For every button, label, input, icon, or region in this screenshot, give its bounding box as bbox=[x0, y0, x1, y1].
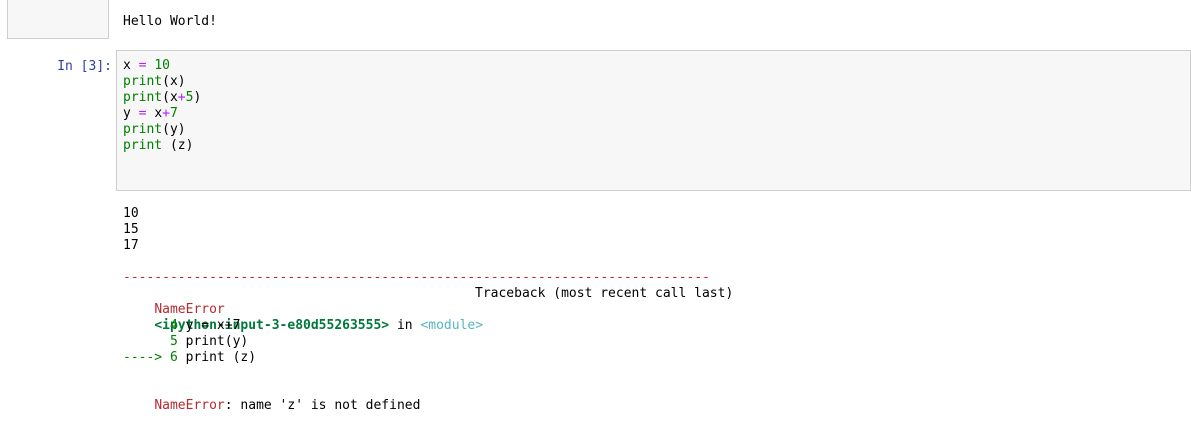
traceback-header: NameError Traceback (most recent call la… bbox=[123, 286, 763, 317]
code-token: print bbox=[123, 138, 163, 153]
code-line: print (z) bbox=[123, 138, 1184, 154]
code-token: print bbox=[123, 122, 163, 137]
code-line: y = x+7 bbox=[123, 106, 1184, 122]
traceback-code: print (z) bbox=[177, 350, 257, 365]
code-line: print(y) bbox=[123, 122, 1184, 138]
stdout-line: 17 bbox=[123, 238, 139, 253]
code-token: = bbox=[130, 106, 155, 121]
final-error-message: NameError: name 'z' is not defined bbox=[123, 382, 763, 413]
traceback-lineno: 4 bbox=[169, 318, 178, 333]
code-token: = bbox=[130, 58, 155, 73]
code-token: 7 bbox=[169, 106, 178, 121]
stdout-line: 15 bbox=[123, 222, 139, 237]
code-token: + bbox=[177, 90, 186, 105]
traceback-code: y = x+7 bbox=[177, 318, 241, 333]
code-token: ) bbox=[193, 90, 202, 105]
traceback-in: in bbox=[389, 318, 421, 333]
code-input-area[interactable]: x = 10 print(x) print(x+5) y = x+7 print(y) p… bbox=[116, 50, 1191, 191]
code-token: (x bbox=[162, 90, 178, 105]
code-line: x = 10 bbox=[123, 58, 1184, 74]
code-token: + bbox=[162, 106, 170, 121]
code-token: print bbox=[123, 74, 163, 89]
code-token: (z) bbox=[162, 138, 194, 153]
code-token: (y) bbox=[162, 122, 186, 137]
previous-cell-output: Hello World! bbox=[123, 14, 217, 29]
stdout-line: 10 bbox=[123, 206, 139, 221]
traceback-separator: ----------------------------------------… bbox=[123, 270, 710, 285]
traceback-code: print(y) bbox=[177, 334, 249, 349]
code-token: x bbox=[154, 106, 163, 121]
input-prompt: In [3]: bbox=[57, 59, 112, 74]
final-error-text: : name 'z' is not defined bbox=[224, 398, 421, 413]
error-name: NameError bbox=[154, 302, 225, 317]
final-error-name: NameError bbox=[154, 398, 225, 413]
traceback-title: Traceback (most recent call last) bbox=[475, 286, 734, 301]
previous-cell-edge[interactable] bbox=[7, 0, 109, 39]
traceback-module: <module> bbox=[420, 318, 484, 333]
code-token: y bbox=[123, 106, 131, 121]
traceback-code-line: ----> 6 print (z) bbox=[123, 350, 763, 366]
code-line: print(x+5) bbox=[123, 90, 1184, 106]
traceback-lineno: 5 bbox=[169, 334, 178, 349]
cell-output-area: 10 15 17 ---------------------------------… bbox=[123, 206, 763, 413]
traceback-prefix: ----> bbox=[123, 350, 170, 365]
code-token: print bbox=[123, 90, 163, 105]
code-token: (x) bbox=[162, 74, 186, 89]
code-token: x bbox=[123, 58, 131, 73]
code-token: 10 bbox=[154, 58, 170, 73]
traceback-code-line: 5 print(y) bbox=[123, 334, 763, 350]
code-line: print(x) bbox=[123, 74, 1184, 90]
traceback-lineno: 6 bbox=[169, 350, 178, 365]
